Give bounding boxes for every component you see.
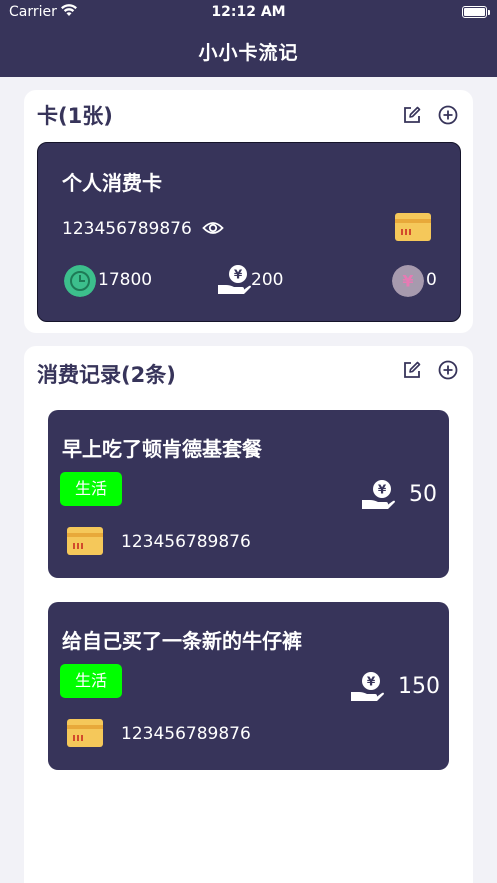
- record-tag: 生活: [60, 472, 122, 506]
- card-other: 0: [426, 270, 437, 290]
- cards-section-title: 卡(1张): [37, 104, 113, 128]
- balance-clock-icon: [64, 265, 96, 297]
- record-amount: 50: [409, 482, 437, 507]
- consumption-card[interactable]: 个人消费卡 123456789876 17800 ¥ 200 ¥ 0: [37, 142, 461, 322]
- money-hand-icon: ¥: [362, 480, 395, 509]
- status-time: 12:12 AM: [211, 4, 286, 20]
- nav-header: Carrier 12:12 AM 小小卡流记: [0, 0, 497, 77]
- record-amount: 150: [398, 674, 440, 699]
- record-title: 给自己买了一条新的牛仔裤: [62, 629, 302, 653]
- record-card-number: 123456789876: [121, 724, 251, 744]
- cards-panel: 卡(1张) 个人消费卡 123456789876 17800 ¥ 200 ¥ 0: [24, 90, 473, 333]
- edit-icon[interactable]: [401, 359, 423, 381]
- bank-card-icon: [395, 213, 431, 241]
- yen-circle-icon: ¥: [392, 265, 424, 297]
- card-name: 个人消费卡: [62, 171, 162, 195]
- battery-icon: [462, 6, 490, 18]
- records-panel: 消费记录(2条) 早上吃了顿肯德基套餐 生活 ¥ 50 123456789876…: [24, 346, 473, 883]
- records-section-title: 消费记录(2条): [37, 363, 176, 387]
- record-card-number: 123456789876: [121, 532, 251, 552]
- card-spent: 200: [251, 270, 284, 290]
- record-title: 早上吃了顿肯德基套餐: [62, 437, 262, 461]
- card-number: 123456789876: [62, 219, 192, 239]
- status-bar: Carrier 12:12 AM: [0, 0, 497, 24]
- record-item[interactable]: 早上吃了顿肯德基套餐 生活 ¥ 50 123456789876: [48, 410, 449, 578]
- record-tag: 生活: [60, 664, 122, 698]
- bank-card-icon: [67, 527, 103, 555]
- record-item[interactable]: 给自己买了一条新的牛仔裤 生活 ¥ 150 123456789876: [48, 602, 449, 770]
- svg-text:¥: ¥: [367, 675, 376, 689]
- svg-text:¥: ¥: [402, 272, 413, 291]
- money-hand-icon: ¥: [351, 672, 384, 701]
- page-title: 小小卡流记: [198, 42, 299, 64]
- edit-icon[interactable]: [401, 104, 423, 126]
- svg-text:¥: ¥: [234, 268, 243, 282]
- bank-card-icon: [67, 719, 103, 747]
- card-balance: 17800: [98, 270, 153, 290]
- eye-icon[interactable]: [202, 219, 224, 237]
- add-circle-icon[interactable]: [437, 359, 459, 381]
- money-hand-icon: ¥: [218, 265, 251, 294]
- svg-text:¥: ¥: [378, 483, 387, 497]
- add-circle-icon[interactable]: [437, 104, 459, 126]
